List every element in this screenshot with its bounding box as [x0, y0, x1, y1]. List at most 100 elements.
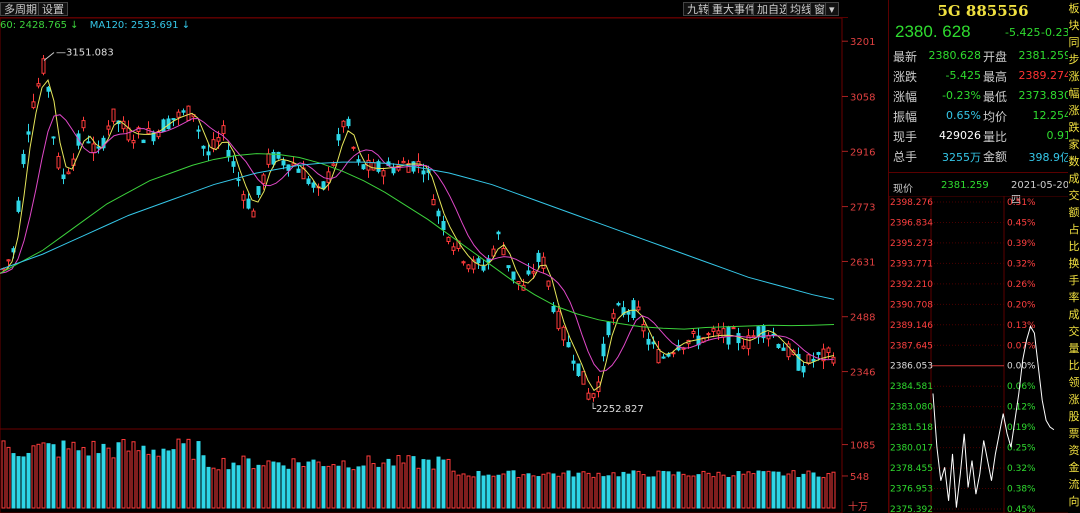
volume-bar [771, 471, 776, 509]
side-char: 领 [1068, 376, 1080, 389]
quote-row: 涨幅 -0.23% 最低 2373.830 [889, 86, 1077, 106]
candle-body [421, 170, 426, 175]
candle-body [131, 139, 136, 144]
tick-price-label: 2376.953 [890, 485, 933, 495]
volume-bar [41, 442, 46, 509]
ma120-value: MA120: 2533.691 ↓ [89, 20, 191, 31]
side-char: 资 [1068, 444, 1080, 457]
volume-bar [306, 461, 311, 509]
quote-value: 2389.274 [1018, 69, 1072, 82]
candle-body [776, 343, 781, 348]
side-char: 块 [1068, 19, 1080, 32]
volume-bar [246, 458, 251, 509]
volume-bar [691, 475, 696, 509]
candle-body [201, 145, 206, 149]
volume-bar [566, 470, 571, 509]
volume-bar [696, 474, 701, 509]
tick-pct-label: 0.51% [1007, 198, 1036, 208]
volume-bar [356, 466, 361, 509]
side-char: 票 [1068, 427, 1080, 440]
side-char: 交 [1068, 325, 1080, 338]
multi-period-button[interactable]: 多周期 [0, 2, 41, 16]
settings-button[interactable]: 设置 [38, 2, 68, 16]
volume-bar [766, 470, 771, 509]
candle-body [561, 326, 566, 341]
quote-label: 均价 [983, 110, 1008, 124]
volume-bar [416, 467, 421, 509]
volume-bar [376, 466, 381, 509]
stock-title[interactable]: 5G 885556 [889, 2, 1077, 20]
side-char: 率 [1068, 291, 1080, 304]
side-char: 量 [1068, 342, 1080, 355]
tick-header: 现价 2381.259 2021-05-20,四 [889, 178, 1077, 206]
volume-bar [801, 473, 806, 509]
candle-body [36, 83, 41, 87]
candle-body [251, 210, 256, 218]
candle-body [716, 330, 721, 335]
volume-bar [96, 453, 101, 509]
tick-price-label: 2390.708 [890, 300, 933, 310]
volume-bar [611, 472, 616, 509]
volume-bar [236, 465, 241, 509]
volume-bar [656, 470, 661, 509]
side-char: 成 [1068, 308, 1080, 321]
quote-value: 12.254 [1032, 109, 1072, 122]
volume-bar [191, 458, 196, 509]
volume-bar [471, 476, 476, 509]
side-char: 同 [1068, 36, 1080, 49]
candle-body [361, 164, 366, 170]
volume-bar [646, 476, 651, 509]
volume-bar [561, 472, 566, 509]
candle-body [641, 323, 646, 332]
volume-bar [681, 473, 686, 509]
candle-body [586, 392, 591, 400]
volume-bar [216, 469, 221, 509]
tick-price-label: 2375.392 [890, 505, 933, 513]
candle-body [511, 271, 516, 280]
candle-body [531, 271, 536, 274]
volume-bar [596, 472, 601, 509]
volume-bar [591, 476, 596, 509]
tick-pct-label: 0.45% [1007, 505, 1036, 513]
candle-body [606, 321, 611, 336]
quote-value: -0.23% [942, 89, 981, 102]
volume-bar [31, 445, 36, 509]
y-tick-label: 2916 [850, 147, 875, 158]
volume-bar [101, 443, 106, 509]
volume-bar [701, 470, 706, 509]
volume-bar [536, 476, 541, 509]
volume-bar [571, 476, 576, 509]
volume-bar [171, 449, 176, 509]
divider [889, 172, 1077, 173]
candle-body [751, 335, 756, 338]
volume-bar [296, 462, 301, 509]
volume-bar [421, 459, 426, 509]
dropdown-arrow-icon[interactable]: ▾ [825, 2, 839, 16]
volume-bar [671, 474, 676, 509]
candle-body [226, 149, 231, 158]
candlestick-chart[interactable]: 3201 3058 2916 2773 2631 2488 2346 —3151.083 └22… [0, 18, 880, 513]
volume-bar [181, 443, 186, 509]
volume-bar [631, 470, 636, 509]
volume-bar [441, 459, 446, 509]
volume-bar [506, 470, 511, 509]
candle-body [551, 305, 556, 313]
volume-bar [501, 473, 506, 509]
volume-bar [366, 455, 371, 509]
volume-bar [56, 456, 61, 509]
volume-bar [156, 455, 161, 509]
candle-body [241, 194, 246, 201]
volume-bar [806, 470, 811, 509]
volume-bar [706, 472, 711, 509]
quote-label: 量比 [983, 130, 1008, 144]
candle-body [526, 270, 531, 275]
current-price: 2380. 628 [895, 22, 971, 41]
candle-body [211, 139, 216, 150]
volume-bar [381, 462, 386, 509]
price-row: 2380. 628 -5.425 -0.23% [889, 22, 1080, 42]
intraday-chart[interactable]: 2398.276 0.51% 2396.834 0.45% 2395.273 0.39% 2… [889, 196, 1077, 513]
volume-bar [616, 476, 621, 509]
candle-body [186, 105, 191, 121]
tick-pct-label: 0.32% [1007, 464, 1036, 474]
tick-price: 2381.259 [941, 180, 989, 191]
